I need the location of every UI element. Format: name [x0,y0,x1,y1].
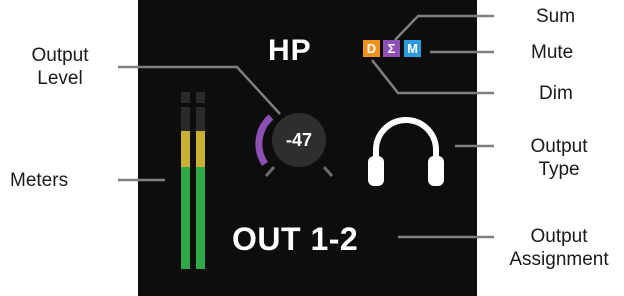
callout-output-level-line2: Level [37,68,83,89]
mute-badge: M [404,40,421,57]
meter-left-green [181,167,190,269]
meter-right-green [196,167,205,269]
output-assignment-label: OUT 1-2 [232,221,359,257]
callout-mute: Mute [531,42,574,63]
meter-left-top-segment [181,92,190,103]
callout-output-type-line1: Output [530,136,588,157]
callout-output-level: Output Level [6,44,114,90]
meter-right-yellow [196,131,205,167]
output-name-title: HP [268,34,312,67]
knob-max-tick [322,166,334,177]
callout-output-type-line2: Type [538,159,580,180]
callout-output-type: Output Type [500,135,618,181]
knob-value-readout: -47 [285,130,312,150]
callout-output-assignment-line2: Assignment [509,249,609,270]
leader-sum [394,14,494,41]
headphones-icon [368,117,444,186]
meter-left-yellow [181,131,190,167]
level-meters [181,92,205,269]
callout-meters: Meters [10,170,69,191]
knob-level-arc [255,114,274,166]
callout-output-level-line1: Output [31,45,89,66]
leader-dim [371,59,494,95]
diagram: HP OUT 1-2 -47 D Σ M Output Level Meters… [0,0,624,296]
dim-badge: D [363,40,380,57]
knob-min-tick [264,166,276,177]
sum-badge: Σ [383,40,400,57]
meter-right-top-segment [196,92,205,103]
callout-output-assignment-line1: Output [530,226,588,247]
callout-output-assignment: Output Assignment [496,225,622,271]
leader-output-level [118,65,281,115]
callout-dim: Dim [539,83,573,104]
callout-sum: Sum [536,6,576,27]
